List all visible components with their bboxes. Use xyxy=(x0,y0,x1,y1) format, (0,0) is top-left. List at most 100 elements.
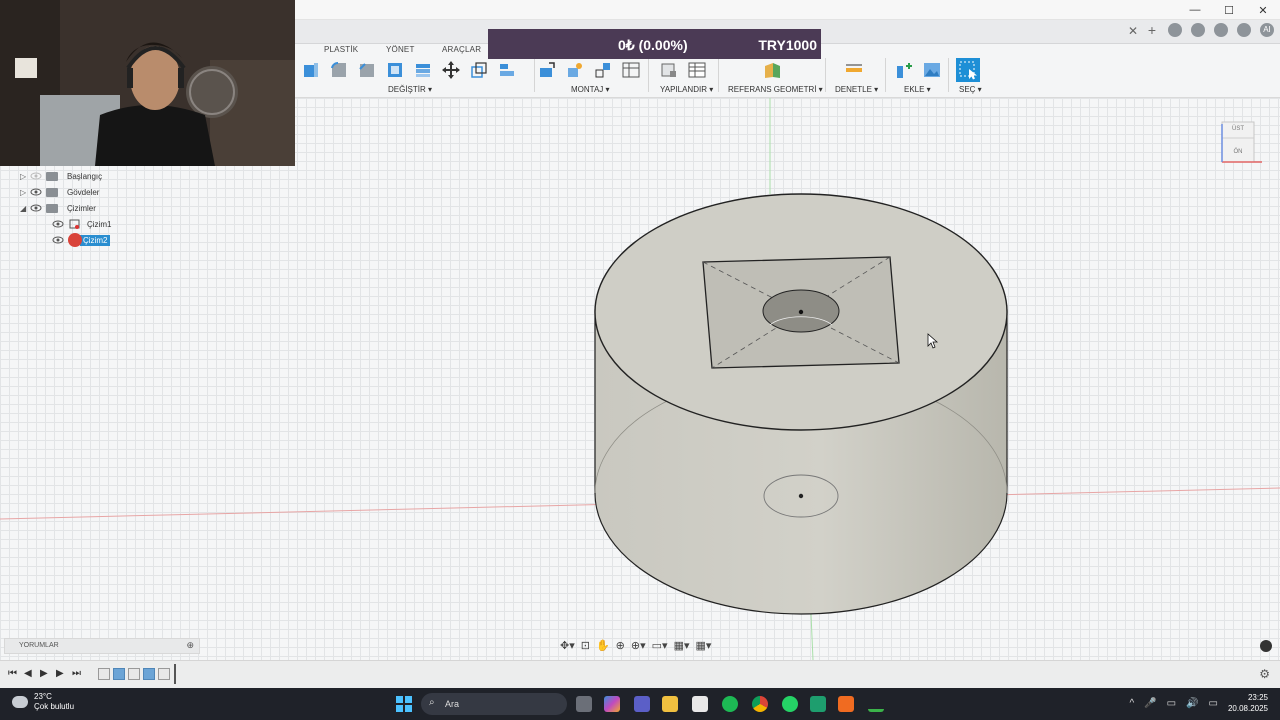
model-scene[interactable] xyxy=(0,98,1280,660)
help-icon[interactable] xyxy=(1237,23,1251,37)
add-comment-icon[interactable]: ⊕ xyxy=(186,640,194,651)
view-cube-top-label[interactable]: ÜST xyxy=(1232,125,1244,132)
clock[interactable]: 23:25 20.08.2025 xyxy=(1228,692,1268,714)
select-icon[interactable] xyxy=(956,58,980,82)
whatsapp-icon[interactable] xyxy=(782,696,798,712)
inspect-menu[interactable]: DENETLE ▾ xyxy=(835,85,878,94)
configure-menu[interactable]: YAPILANDIR ▾ xyxy=(660,85,713,94)
tree-item-cizimler[interactable]: ◢ Çizimler xyxy=(20,200,130,216)
draft-icon[interactable] xyxy=(411,58,435,82)
file-explorer-icon[interactable] xyxy=(662,696,678,712)
expand-arrow-icon[interactable]: ▷ xyxy=(20,172,30,181)
measure-icon[interactable] xyxy=(842,58,866,82)
fit-icon[interactable]: ⊕▾ xyxy=(631,639,646,652)
task-view-icon[interactable] xyxy=(576,696,592,712)
insert-image-icon[interactable] xyxy=(920,58,944,82)
microphone-icon[interactable]: 🎤 xyxy=(1144,698,1156,709)
job-status-icon[interactable] xyxy=(1191,23,1205,37)
assemble-menu[interactable]: MONTAJ ▾ xyxy=(571,85,610,94)
zoom-icon[interactable]: ⊕ xyxy=(616,639,625,652)
grid-settings-icon[interactable]: ▦▾ xyxy=(674,639,690,652)
network-icon[interactable]: ▭ xyxy=(1167,698,1176,709)
go-to-end-icon[interactable]: ⏭ xyxy=(72,668,81,679)
app-icon[interactable] xyxy=(810,696,826,712)
spotify-icon[interactable] xyxy=(722,696,738,712)
tab-yonet[interactable]: YÖNET xyxy=(386,45,415,54)
timeline-hole-feature[interactable] xyxy=(143,668,155,680)
close-tab-icon[interactable]: ✕ xyxy=(1128,24,1138,38)
comments-panel[interactable]: YORUMLAR ⊕ xyxy=(4,638,200,654)
store-icon[interactable] xyxy=(692,696,708,712)
show-hidden-icons[interactable]: ^ xyxy=(1129,698,1134,709)
3d-viewport[interactable] xyxy=(0,98,1280,660)
chat-icon[interactable] xyxy=(1260,640,1272,652)
eye-icon[interactable] xyxy=(30,188,42,196)
timeline-settings-icon[interactable]: ⚙ xyxy=(1259,667,1270,681)
new-tab-icon[interactable]: + xyxy=(1145,23,1159,37)
new-component-icon[interactable] xyxy=(535,58,559,82)
fillet-icon[interactable] xyxy=(327,58,351,82)
weather-widget[interactable]: 23°C Çok bulutlu xyxy=(12,692,74,712)
expand-arrow-icon[interactable]: ▷ xyxy=(20,188,30,197)
close-button[interactable]: ✕ xyxy=(1246,0,1280,20)
as-built-joint-icon[interactable] xyxy=(591,58,615,82)
shell-icon[interactable] xyxy=(383,58,407,82)
tree-item-cizim2[interactable]: Çizim2 xyxy=(20,232,130,248)
timeline-sketch-feature[interactable] xyxy=(128,668,140,680)
view-cube[interactable]: ÜST ÖN xyxy=(1218,118,1268,168)
windows-start-icon[interactable] xyxy=(396,696,412,712)
chamfer-icon[interactable] xyxy=(355,58,379,82)
configure-icon[interactable] xyxy=(657,58,681,82)
go-to-start-icon[interactable]: ⏮ xyxy=(8,668,17,679)
timeline-sketch-feature[interactable] xyxy=(98,668,110,680)
construct-menu[interactable]: REFERANS GEOMETRİ ▾ xyxy=(728,85,823,94)
eye-off-icon[interactable] xyxy=(30,172,42,180)
collapse-arrow-icon[interactable]: ◢ xyxy=(20,204,30,213)
maximize-button[interactable]: ☐ xyxy=(1212,0,1246,20)
move-icon[interactable] xyxy=(439,58,463,82)
tree-item-govdeler[interactable]: ▷ Gövdeler xyxy=(20,184,130,200)
copilot-icon[interactable] xyxy=(604,696,620,712)
fusion-360-icon[interactable] xyxy=(838,696,854,712)
pan-icon[interactable]: ✋ xyxy=(596,639,610,652)
volume-icon[interactable]: 🔊 xyxy=(1186,698,1198,709)
configuration-table-icon[interactable] xyxy=(685,58,709,82)
play-icon[interactable]: ▶ xyxy=(40,668,48,679)
tab-plastik[interactable]: PLASTİK xyxy=(324,45,358,54)
viewports-icon[interactable]: ▦▾ xyxy=(695,639,711,652)
tree-item-baslangic[interactable]: ▷ Başlangıç xyxy=(20,168,130,184)
select-menu[interactable]: SEÇ ▾ xyxy=(959,85,982,94)
modify-menu[interactable]: DEĞİŞTİR ▾ xyxy=(388,85,432,94)
insert-menu[interactable]: EKLE ▾ xyxy=(904,85,931,94)
view-cube-front-label[interactable]: ÖN xyxy=(1234,148,1243,155)
view-cube-graphic[interactable]: ÜST ÖN xyxy=(1218,118,1268,168)
minimize-button[interactable]: — xyxy=(1178,0,1212,20)
joint-origin-icon[interactable] xyxy=(619,58,643,82)
eye-icon[interactable] xyxy=(52,236,64,244)
step-forward-icon[interactable]: ▶ xyxy=(56,668,64,679)
timeline-extrude-feature[interactable] xyxy=(113,668,125,680)
timeline-marker[interactable] xyxy=(174,664,176,684)
look-at-icon[interactable]: ⊡ xyxy=(581,639,590,652)
insert-derive-icon[interactable] xyxy=(892,58,916,82)
autodesk-icon[interactable] xyxy=(868,696,884,712)
offset-plane-icon[interactable] xyxy=(760,58,784,82)
tab-araclar[interactable]: ARAÇLAR xyxy=(442,45,481,54)
press-pull-icon[interactable] xyxy=(299,58,323,82)
scale-icon[interactable] xyxy=(467,58,491,82)
chrome-icon[interactable] xyxy=(752,696,768,712)
notifications-icon[interactable] xyxy=(1214,23,1228,37)
tree-item-cizim1[interactable]: Çizim1 xyxy=(20,216,130,232)
extensions-icon[interactable] xyxy=(1168,23,1182,37)
eye-icon[interactable] xyxy=(52,220,64,228)
teams-icon[interactable] xyxy=(634,696,650,712)
user-avatar[interactable]: AI xyxy=(1260,23,1274,37)
align-icon[interactable] xyxy=(495,58,519,82)
joint-icon[interactable] xyxy=(563,58,587,82)
taskbar-search-box[interactable]: ⌕ Ara xyxy=(421,693,567,715)
orbit-icon[interactable]: ✥▾ xyxy=(560,639,575,652)
display-settings-icon[interactable]: ▭▾ xyxy=(652,639,668,652)
timeline-sketch-feature[interactable] xyxy=(158,668,170,680)
step-back-icon[interactable]: ◀ xyxy=(24,668,32,679)
eye-icon[interactable] xyxy=(30,204,42,212)
